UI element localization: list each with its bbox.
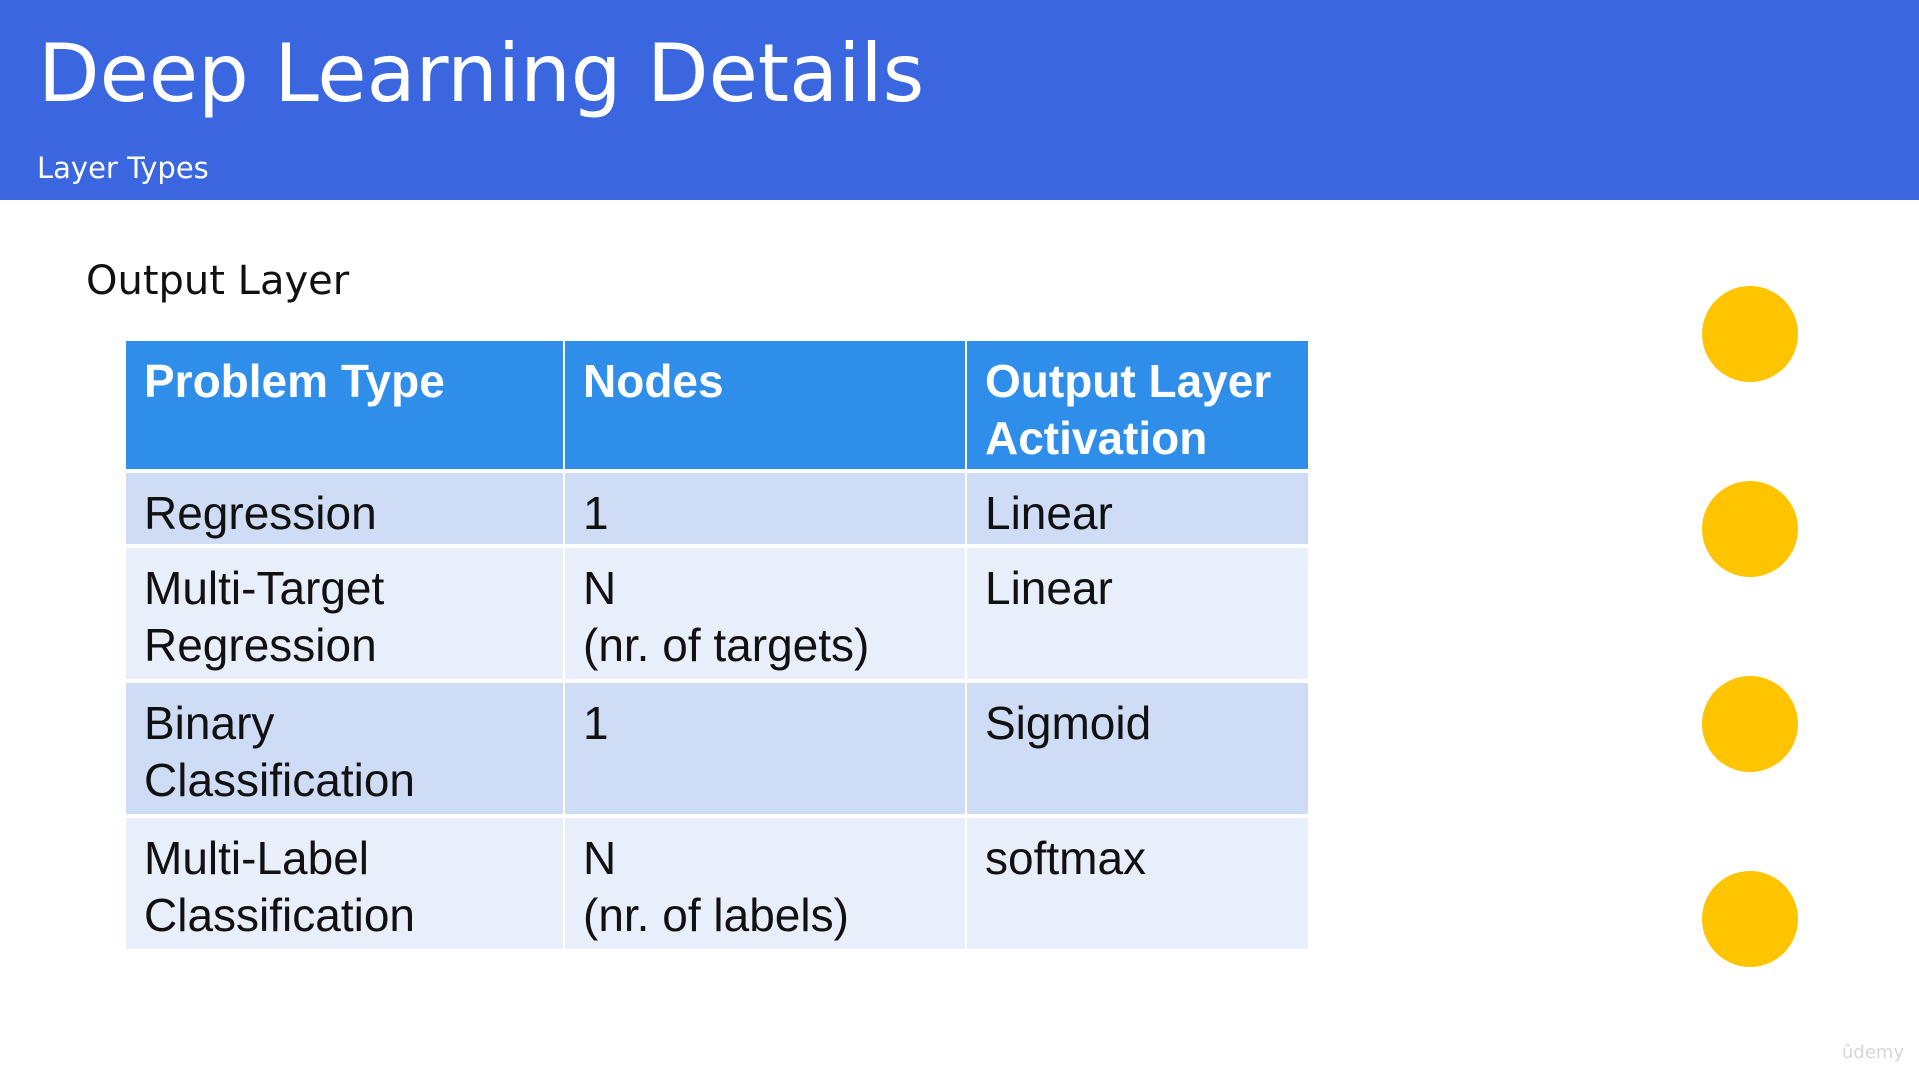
table-header-problem-type: Problem Type <box>126 341 563 469</box>
slide-subtitle: Layer Types <box>37 151 209 185</box>
yellow-dot-icon <box>1702 676 1798 772</box>
table-cell-nodes: N (nr. of targets) <box>565 548 965 679</box>
table-header-nodes: Nodes <box>565 341 965 469</box>
table-cell-problem-type: Regression <box>126 473 563 544</box>
table-cell-activation: Linear <box>967 548 1308 679</box>
yellow-dot-icon <box>1702 481 1798 577</box>
table-cell-problem-type: Multi-Label Classification <box>126 818 563 949</box>
output-layer-table: Problem Type Nodes Output Layer Activati… <box>126 341 1308 949</box>
table-cell-nodes: 1 <box>565 473 965 544</box>
yellow-dot-icon <box>1702 286 1798 382</box>
table-cell-problem-type: Multi-Target Regression <box>126 548 563 679</box>
yellow-dot-icon <box>1702 871 1798 967</box>
table-cell-activation: Linear <box>967 473 1308 544</box>
table-cell-nodes: N (nr. of labels) <box>565 818 965 949</box>
watermark: ûdemy <box>1842 1042 1905 1063</box>
table-cell-activation: softmax <box>967 818 1308 949</box>
slide-header: Deep Learning Details Layer Types <box>0 0 1919 200</box>
table-cell-activation: Sigmoid <box>967 683 1308 814</box>
table-header-activation: Output Layer Activation <box>967 341 1308 469</box>
slide-title: Deep Learning Details <box>38 27 925 120</box>
section-heading: Output Layer <box>86 258 350 304</box>
table-cell-problem-type: Binary Classification <box>126 683 563 814</box>
table-cell-nodes: 1 <box>565 683 965 814</box>
